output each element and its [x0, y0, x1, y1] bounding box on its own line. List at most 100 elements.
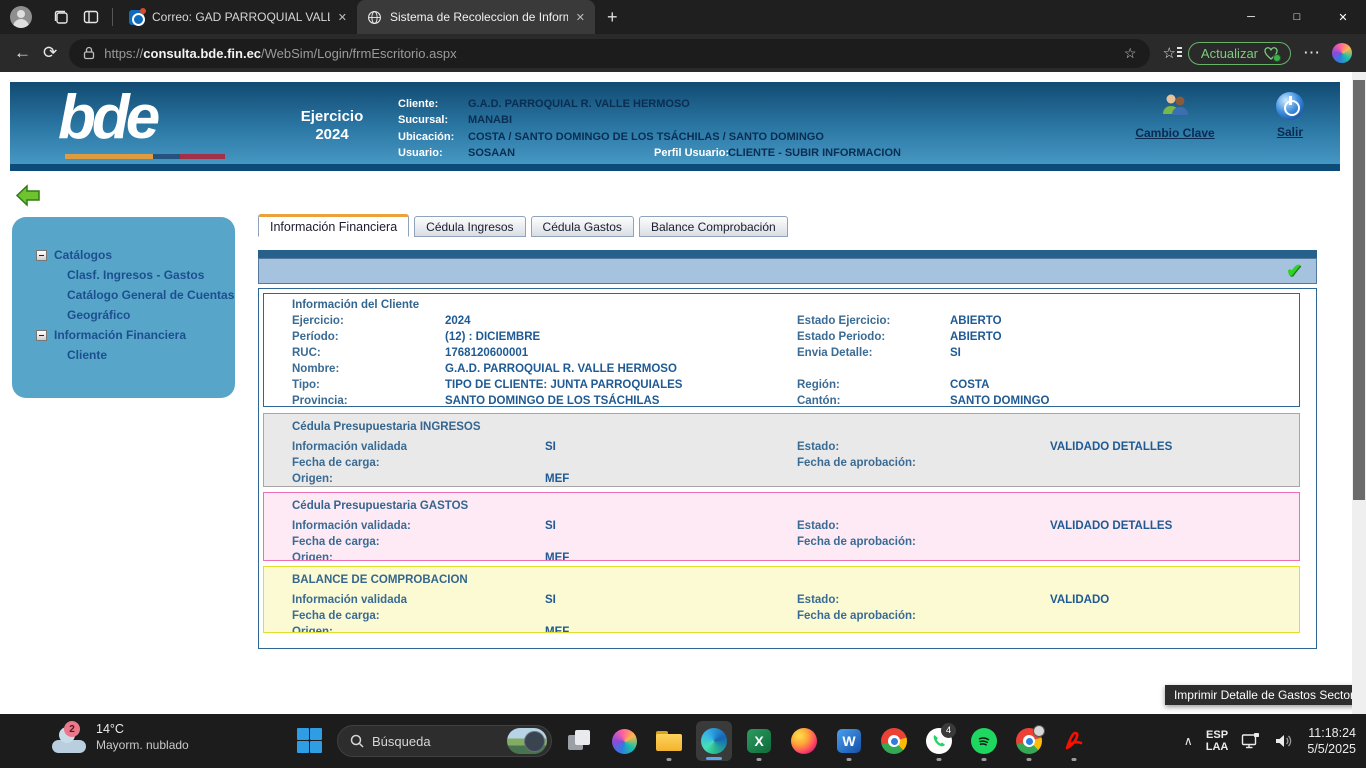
chrome-button[interactable] [876, 719, 912, 763]
refresh-button[interactable]: ⟳ [43, 43, 57, 63]
acrobat-icon [1063, 730, 1085, 752]
weather-text: 14°C Mayorm. nublado [96, 721, 189, 753]
scrollbar-thumb[interactable] [1353, 80, 1365, 500]
tab-informacion-financiera[interactable]: Información Financiera [258, 214, 409, 237]
minimize-button[interactable]: ─ [1228, 0, 1274, 34]
start-button[interactable] [292, 719, 328, 763]
sidebar-item-catalogo-general-cuentas[interactable]: Catálogo General de Cuentas [12, 285, 235, 305]
back-button[interactable]: ← [14, 43, 31, 63]
header-row-cliente: Cliente:G.A.D. PARROQUIAL R. VALLE HERMO… [398, 96, 901, 112]
section-title: Cédula Presupuestaria GASTOS [292, 497, 1299, 515]
cambio-clave-block: Cambio Clave [1115, 92, 1235, 142]
section-row: Información validadaSI Estado:VALIDADO D… [292, 439, 1299, 455]
section-row: Información validada:SI Estado:VALIDADO … [292, 518, 1299, 534]
divider [112, 8, 113, 26]
actualizar-label: Actualizar [1201, 46, 1258, 61]
favorites-list-icon[interactable]: ☆ [1162, 44, 1175, 62]
tray-chevron-icon[interactable]: ∧ [1184, 734, 1193, 748]
close-button[interactable]: ✕ [1320, 0, 1366, 34]
collapse-minus-icon[interactable] [36, 250, 47, 261]
client-row-ruc: RUC:1768120600001 Envia Detalle:SI [292, 345, 1299, 361]
menu-ellipsis-icon[interactable]: ⋯ [1303, 43, 1320, 63]
sidebar-item-catalogos[interactable]: Catálogos [12, 245, 235, 265]
bde-logo: bde [58, 84, 156, 152]
favorite-star-icon[interactable]: ☆ [1124, 45, 1137, 62]
client-row-ejercicio: Ejercicio:2024 Estado Ejercicio:ABIERTO [292, 313, 1299, 329]
spotify-button[interactable] [966, 719, 1002, 763]
chrome-profile-button[interactable] [1011, 719, 1047, 763]
client-row-periodo: Período:(12) : DICIEMBRE Estado Periodo:… [292, 329, 1299, 345]
sidebar-item-geografico[interactable]: Geográfico [12, 305, 235, 325]
task-view-button[interactable] [561, 719, 597, 763]
weather-widget[interactable]: 2 14°C Mayorm. nublado [52, 721, 189, 753]
copilot-icon[interactable] [1332, 43, 1352, 63]
section-row: Información validadaSI Estado:VALIDADO [292, 592, 1299, 608]
panel-title: Información del Cliente [292, 297, 1299, 313]
tab-cedula-gastos[interactable]: Cédula Gastos [531, 216, 634, 237]
header-row-usuario: Usuario:SOSAAN Perfil Usuario:CLIENTE - … [398, 145, 901, 161]
word-icon: W [837, 729, 861, 753]
whatsapp-button[interactable]: 4 [921, 719, 957, 763]
acrobat-button[interactable] [1056, 719, 1092, 763]
excel-button[interactable]: X [741, 719, 777, 763]
collapse-minus-icon[interactable] [36, 330, 47, 341]
cambio-clave-link[interactable]: Cambio Clave [1135, 126, 1214, 140]
task-view-icon [568, 730, 590, 752]
firefox-button[interactable] [786, 719, 822, 763]
tab-close-icon[interactable]: ✕ [576, 11, 585, 24]
browser-tab-sistema[interactable]: Sistema de Recoleccion de Inform ✕ [357, 0, 595, 34]
actualizar-button[interactable]: Actualizar [1188, 42, 1291, 65]
profile-badge [1033, 725, 1045, 737]
sidebar-item-informacion-financiera[interactable]: Información Financiera [12, 325, 235, 345]
header-row-sucursal: Sucursal:MANABI [398, 112, 901, 128]
browser-tab-correo[interactable]: Correo: GAD PARROQUIAL VALLE ✕ [119, 0, 357, 34]
folder-icon [656, 731, 682, 751]
search-box[interactable]: Búsqueda [337, 725, 552, 757]
speaker-icon[interactable] [1274, 733, 1294, 749]
language-indicator[interactable]: ESP LAA [1206, 729, 1229, 754]
search-daily-image[interactable] [507, 728, 547, 754]
tab-actions-icon[interactable] [76, 2, 106, 32]
clock[interactable]: 11:18:24 5/5/2025 [1307, 725, 1356, 757]
client-row-tipo: Tipo:TIPO DE CLIENTE: JUNTA PARROQUIALES… [292, 377, 1299, 393]
users-icon [1160, 92, 1190, 116]
copilot-taskbar-button[interactable] [606, 719, 642, 763]
tab-cedula-ingresos[interactable]: Cédula Ingresos [414, 216, 525, 237]
edge-icon [701, 728, 727, 754]
cloud-icon: 2 [52, 731, 86, 753]
edge-button[interactable] [696, 721, 732, 761]
client-row-nombre: Nombre:G.A.D. PARROQUIAL R. VALLE HERMOS… [292, 361, 1299, 377]
sidebar-menu: Catálogos Clasf. Ingresos - Gastos Catál… [12, 217, 235, 398]
teal-divider-bar [258, 250, 1317, 258]
browser-tabstrip: Correo: GAD PARROQUIAL VALLE ✕ Sistema d… [0, 0, 1366, 34]
workspaces-icon[interactable] [46, 2, 76, 32]
whatsapp-badge: 4 [941, 723, 956, 738]
file-explorer-button[interactable] [651, 719, 687, 763]
word-button[interactable]: W [831, 719, 867, 763]
page-scrollbar[interactable] [1352, 72, 1366, 714]
validate-check-icon[interactable]: ✔ [1286, 260, 1302, 283]
section-balance-comprobacion: BALANCE DE COMPROBACION Información vali… [263, 566, 1300, 633]
network-icon[interactable] [1241, 732, 1261, 750]
url-bar[interactable]: https://consulta.bde.fin.ec/WebSim/Login… [69, 39, 1150, 68]
taskbar-tray: ∧ ESP LAA 11:18:24 5/5/2025 [1184, 714, 1356, 768]
header-row-ubicacion: Ubicación:COSTA / SANTO DOMINGO DE LOS T… [398, 129, 901, 145]
salir-link[interactable]: Salir [1277, 125, 1303, 139]
sidebar-item-cliente[interactable]: Cliente [12, 345, 235, 365]
sidebar-item-clasf-ingresos-gastos[interactable]: Clasf. Ingresos - Gastos [12, 265, 235, 285]
section-cedula-ingresos: Cédula Presupuestaria INGRESOS Informaci… [263, 413, 1300, 487]
client-row-provincia: Provincia:SANTO DOMINGO DE LOS TSÁCHILAS… [292, 393, 1299, 407]
windows-icon [297, 728, 323, 754]
content-container: Información del Cliente Ejercicio:2024 E… [258, 288, 1317, 649]
browser-profile-avatar[interactable] [10, 6, 32, 28]
tab-balance-comprobacion[interactable]: Balance Comprobación [639, 216, 788, 237]
section-row: Origen:MEF [292, 471, 1299, 487]
browser-addressbar: ← ⟳ https://consulta.bde.fin.ec/WebSim/L… [0, 34, 1366, 72]
tab-close-icon[interactable]: ✕ [338, 11, 347, 24]
new-tab-button[interactable]: + [607, 7, 618, 28]
taskbar: 2 14°C Mayorm. nublado Búsqueda X W [0, 714, 1366, 768]
client-header-info: Cliente:G.A.D. PARROQUIAL R. VALLE HERMO… [398, 96, 901, 161]
maximize-button[interactable]: □ [1274, 0, 1320, 34]
tab-title: Sistema de Recoleccion de Inform [390, 10, 568, 24]
collapse-menu-arrow-icon[interactable] [15, 184, 42, 212]
